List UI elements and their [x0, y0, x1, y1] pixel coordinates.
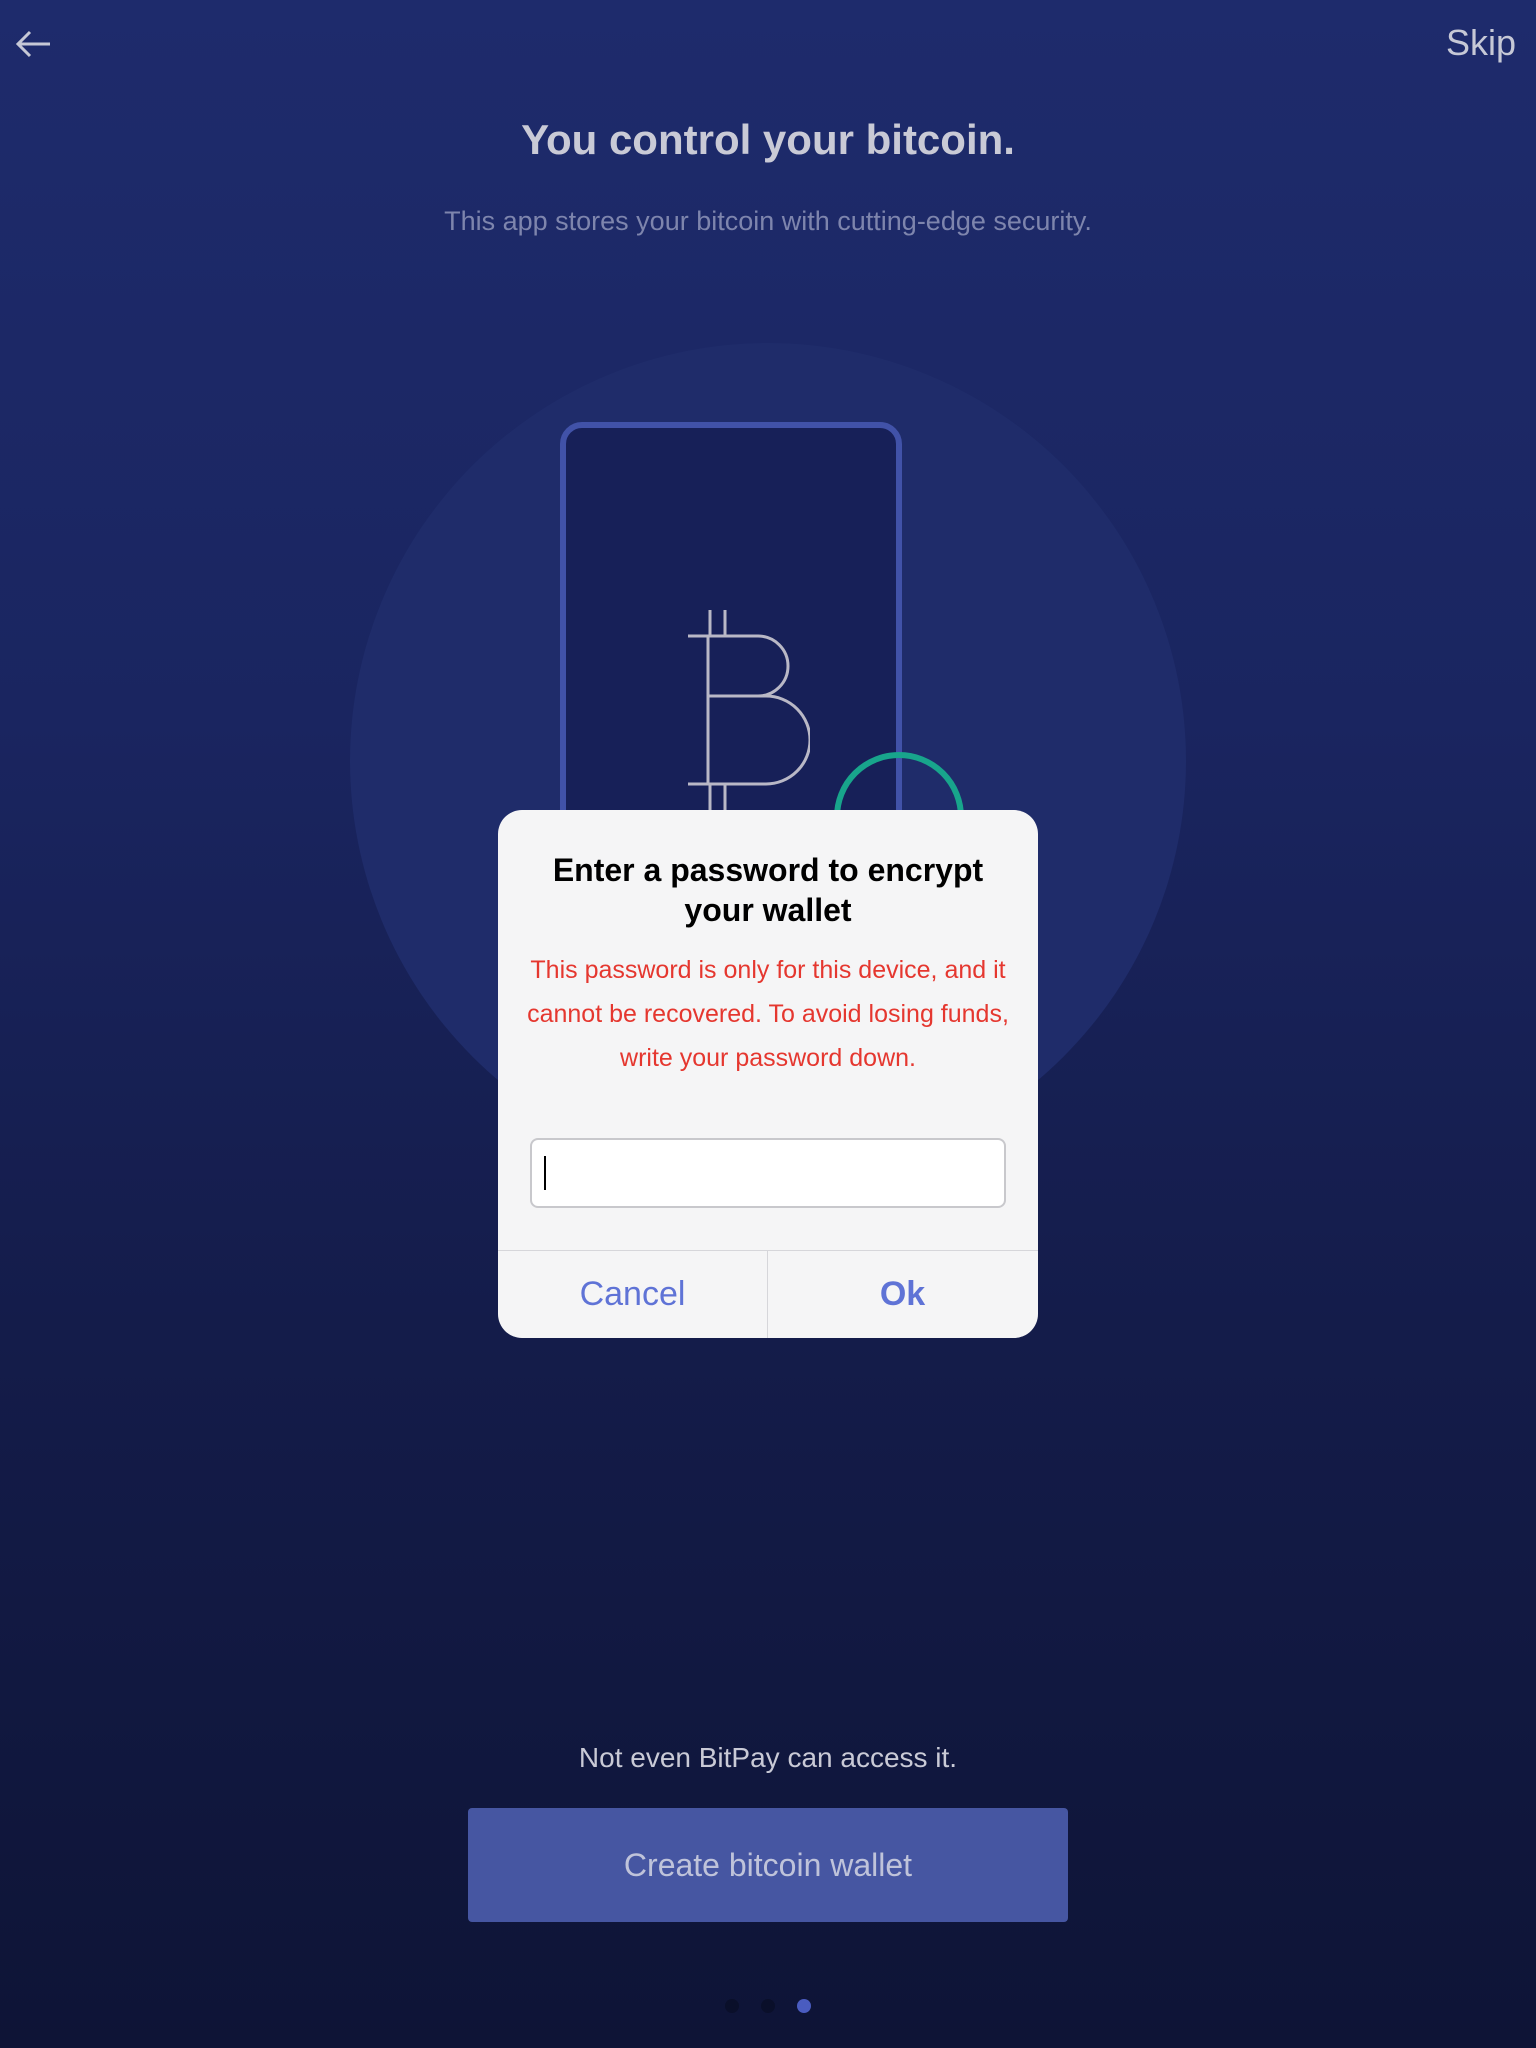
arrow-left-icon	[15, 30, 50, 58]
password-input[interactable]	[530, 1138, 1006, 1208]
create-wallet-button[interactable]: Create bitcoin wallet	[468, 1808, 1068, 1922]
page-indicator	[0, 1999, 1536, 2013]
password-dialog: Enter a password to encrypt your wallet …	[498, 810, 1038, 1338]
page-dot-2[interactable]	[761, 1999, 775, 2013]
page-dot-1[interactable]	[725, 1999, 739, 2013]
page-title: You control your bitcoin.	[521, 116, 1015, 163]
text-caret	[544, 1156, 546, 1190]
dialog-warning-message: This password is only for this device, a…	[527, 956, 1009, 1072]
page-subtitle: This app stores your bitcoin with cuttin…	[444, 206, 1092, 236]
bitcoin-icon	[688, 610, 810, 810]
back-button[interactable]	[14, 26, 54, 62]
skip-button[interactable]: Skip	[1446, 22, 1516, 64]
page-dot-3[interactable]	[797, 1999, 811, 2013]
security-note: Not even BitPay can access it.	[578, 1742, 958, 1773]
cancel-button[interactable]: Cancel	[498, 1251, 767, 1338]
ok-button[interactable]: Ok	[768, 1251, 1037, 1338]
dialog-title: Enter a password to encrypt your wallet	[552, 852, 984, 928]
